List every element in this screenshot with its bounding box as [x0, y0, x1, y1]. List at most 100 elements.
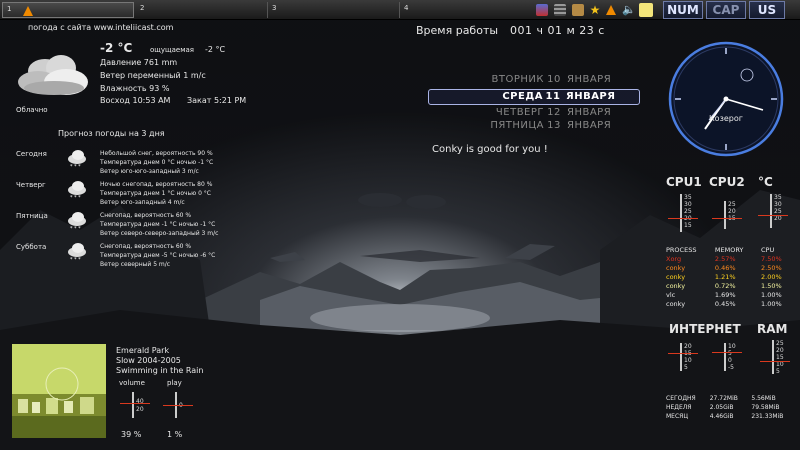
gauge-tick: 10 [776, 361, 784, 368]
track-title: Swimming in the Rain [116, 366, 204, 375]
day-name: ЧЕТВЕРГ [495, 107, 544, 118]
analog-clock [668, 41, 784, 157]
album-cover [12, 344, 106, 438]
gauge-tick: 35 [774, 194, 782, 201]
process-row: conky 0.72% 1.50% [664, 281, 794, 290]
workspace-2[interactable]: 2 [136, 2, 268, 18]
uptime-label: Время работы [416, 24, 499, 37]
forecast-temp: Температура днем -5 °C ночью -6 °C [100, 252, 216, 259]
cpu2-gauge: 25 20 15 [712, 201, 742, 231]
gauge-marker [668, 353, 698, 354]
forecast-title: Прогноз погоды на 3 дня [58, 129, 165, 138]
process-memory: 0.46% [714, 263, 736, 272]
cpu1-header: CPU1 [666, 175, 702, 189]
feels-like-label: ощущаемая [150, 46, 194, 54]
workspace-3[interactable]: 3 [268, 2, 400, 18]
forecast-day: Сегодня [16, 150, 47, 158]
gauge-marker [712, 218, 742, 219]
gauge-tick: 5 [684, 364, 688, 371]
workspace-label: 2 [140, 4, 145, 12]
play-progress[interactable]: 0 [163, 392, 193, 422]
vlc-icon[interactable] [606, 5, 616, 15]
network-icon[interactable] [536, 4, 548, 16]
stack-icon[interactable] [554, 4, 566, 16]
gauge-tick: 10 [684, 357, 692, 364]
process-row: conky 0.45% 1.00% [664, 299, 794, 308]
zodiac-sign: Козерог [709, 114, 743, 123]
day-number: 12 [547, 107, 561, 118]
forecast-row: Пятница * * * Снегопад, вероятность 60 %… [0, 210, 260, 240]
gauge-tick: 30 [774, 201, 782, 208]
forecast-day: Суббота [16, 243, 47, 251]
workspace-4[interactable]: 4 [400, 2, 532, 18]
process-row: Xorg 2.57% 7.50% [664, 254, 794, 263]
process-cpu: 7.50% [761, 254, 782, 263]
forecast-desc: Небольшой снег, вероятность 90 % [100, 150, 213, 157]
day-month: ЯНВАРЯ [567, 120, 612, 131]
forecast-desc: Ночью снегопад, вероятность 80 % [100, 181, 213, 188]
weather-condition: Облачно [16, 106, 48, 114]
current-temperature: -2 °C [100, 41, 133, 55]
upload-gauge: 10 5 0 -5 [712, 343, 742, 373]
cpu2-header: CPU2 [709, 175, 745, 189]
wind: Ветер переменный 1 m/c [100, 71, 206, 80]
forecast-wind: Ветер юго-западный 4 m/c [100, 199, 185, 206]
play-value: 1 % [167, 430, 183, 439]
process-table: PROCESS MEMORY CPU Xorg 2.57% 7.50% conk… [664, 245, 794, 308]
process-memory: 0.72% [714, 281, 736, 290]
traffic-period: СЕГОДНЯ [666, 395, 696, 402]
volume-value: 39 % [121, 430, 142, 439]
temperature-gauge: 35 30 25 20 [758, 194, 788, 230]
volume-slider[interactable]: 40 20 [120, 392, 150, 422]
notes-icon[interactable] [639, 3, 653, 17]
cpu1-gauge: 35 30 25 20 15 [668, 194, 698, 234]
play-label: play [167, 379, 182, 387]
traffic-up: 5.56MiB [751, 395, 776, 402]
process-memory: 2.57% [714, 254, 736, 263]
uptime-value: 001 ч 01 м 23 с [510, 24, 605, 37]
gauge-tick: 25 [728, 201, 736, 208]
traffic-down: 2.05GiB [709, 404, 734, 411]
forecast-wind: Ветер юго-юго-западный 3 m/c [100, 168, 199, 175]
traffic-period: НЕДЕЛЯ [666, 404, 692, 411]
process-row: conky 0.46% 2.50% [664, 263, 794, 272]
process-cpu: 1.50% [761, 281, 782, 290]
cloud-icon [14, 55, 94, 100]
feels-like-value: -2 °C [205, 45, 226, 54]
forecast-row: Суббота * * * Снегопад, вероятность 60 %… [0, 241, 260, 271]
gauge-marker [120, 403, 150, 404]
workspace-1[interactable]: 1 [2, 2, 134, 18]
keyboard-layout-indicator[interactable]: US [749, 1, 785, 19]
package-icon[interactable] [572, 4, 584, 16]
process-memory: 0.45% [714, 299, 736, 308]
process-name: Xorg [666, 254, 682, 263]
conky-message: Conky is good for you ! [432, 144, 548, 155]
process-name: conky [666, 281, 686, 290]
process-name: vlc [666, 290, 676, 299]
day-month: ЯНВАРЯ [567, 107, 612, 118]
snow-cloud-icon: * * * [66, 243, 88, 263]
forecast-row: Сегодня * * * Небольшой снег, вероятност… [0, 148, 260, 178]
traffic-down: 27.72MiB [709, 395, 738, 402]
gauge-tick: 0 [728, 357, 732, 364]
traffic-up: 231.33MiB [751, 413, 784, 420]
gauge-tick: 20 [684, 343, 692, 350]
pressure: Давление 761 mm [100, 58, 178, 67]
gauge-tick: 20 [776, 347, 784, 354]
process-cpu: 2.50% [761, 263, 782, 272]
traffic-down: 4.46GiB [709, 413, 734, 420]
traffic-row: НЕДЕЛЯ 2.05GiB 79.58MiB [664, 403, 796, 412]
download-gauge: 20 15 10 5 [668, 343, 698, 373]
day-name: ВТОРНИК [491, 74, 544, 85]
process-row: conky 1.21% 2.00% [664, 272, 794, 281]
volume-icon[interactable]: 🔈 [622, 4, 636, 16]
process-memory: 1.69% [714, 290, 736, 299]
day-number: 10 [547, 74, 561, 85]
star-icon[interactable]: ★ [589, 4, 601, 16]
forecast-desc: Снегопад, вероятность 60 % [100, 212, 192, 219]
forecast-row: Четверг * * * Ночью снегопад, вероятност… [0, 179, 260, 209]
track-album: Slow 2004-2005 [116, 356, 181, 365]
forecast-temp: Температура днем 1 °C ночью 0 °C [100, 190, 211, 197]
workspace-label: 4 [404, 4, 409, 12]
gauge-marker [712, 352, 742, 353]
